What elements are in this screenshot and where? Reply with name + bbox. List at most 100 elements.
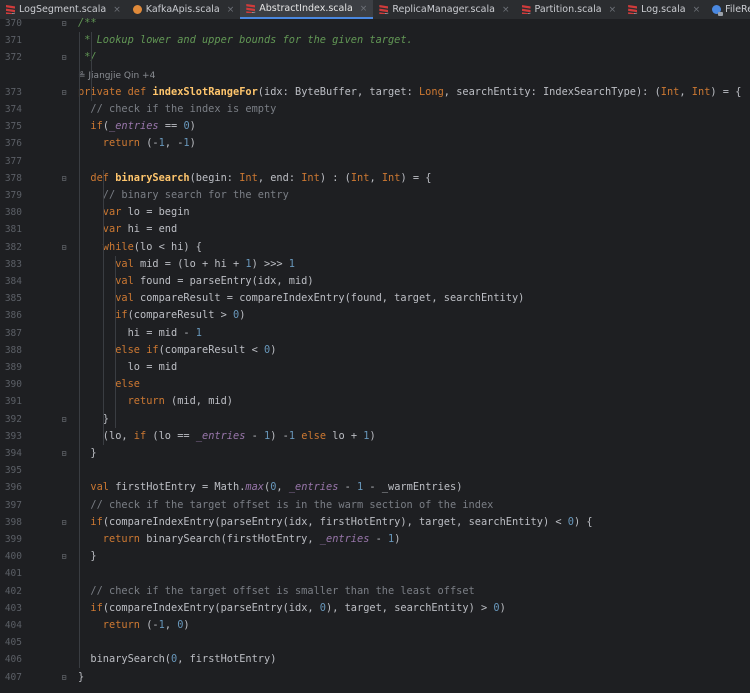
code-token: ) xyxy=(189,120,196,132)
code-token: _entries xyxy=(109,120,159,132)
close-icon[interactable]: × xyxy=(609,5,617,15)
code-token: private def xyxy=(78,86,153,98)
code-token: } xyxy=(78,447,97,459)
tab-label: LogSegment.scala xyxy=(19,4,107,15)
code-token: hi = mid - xyxy=(78,327,196,339)
code-token: firstHotEntry = Math. xyxy=(115,481,246,493)
scala-class-icon xyxy=(628,5,638,14)
scala-class-icon xyxy=(521,5,531,14)
tab-abstractindex-scala[interactable]: AbstractIndex.scala × xyxy=(240,0,374,19)
close-icon[interactable]: × xyxy=(502,5,510,15)
close-icon[interactable]: × xyxy=(227,5,235,15)
code-token: Int xyxy=(350,172,370,184)
code-token: found = parseEntry(idx, mid) xyxy=(140,275,314,287)
code-token: , searchEntity: IndexSearchType): ( xyxy=(443,86,661,98)
code-token: // check if the target offset is in the … xyxy=(78,499,494,511)
author-hint[interactable]: ≗ Jiangjie Qin +4 xyxy=(78,67,155,84)
code-token: - xyxy=(338,481,358,493)
code-token: (lo == xyxy=(152,430,196,442)
line-number: 390 xyxy=(4,379,22,390)
code-token: ) xyxy=(270,344,277,356)
code-line: return binarySearch(firstHotEntry, _entr… xyxy=(78,531,401,548)
tab-label: ReplicaManager.scala xyxy=(392,4,495,15)
code-token: , xyxy=(276,481,289,493)
code-token: Int xyxy=(381,172,401,184)
code-token: compareResult = compareIndexEntry(found,… xyxy=(140,292,525,304)
code-token: Long xyxy=(418,86,444,98)
code-line: return (-1, -1) xyxy=(78,135,196,152)
code-token: , xyxy=(164,619,178,631)
code-line: binarySearch(0, firstHotEntry) xyxy=(78,651,276,668)
close-icon[interactable]: × xyxy=(360,4,368,14)
lock-icon xyxy=(718,12,724,16)
line-number: 394 xyxy=(4,448,22,459)
line-number: 379 xyxy=(4,190,22,201)
code-token: (begin: xyxy=(189,172,240,184)
code-token: while xyxy=(78,241,134,253)
line-number: 385 xyxy=(4,293,22,304)
code-line: */ xyxy=(78,49,96,66)
indent-guide xyxy=(91,32,92,101)
code-token: Int xyxy=(239,172,258,184)
line-number: 384 xyxy=(4,276,22,287)
code-line: val found = parseEntry(idx, mid) xyxy=(78,273,314,290)
code-token: hi = end xyxy=(127,223,178,235)
code-line: else if(compareResult < 0) xyxy=(78,342,276,359)
line-number: 376 xyxy=(4,138,22,149)
code-line: if(compareIndexEntry(parseEntry(idx, 0),… xyxy=(78,600,506,617)
editor-tab-bar: LogSegment.scala × KafkaApis.scala × Abstrac… xyxy=(0,0,750,20)
code-token: _entries xyxy=(288,481,339,493)
tab-label: AbstractIndex.scala xyxy=(259,3,353,14)
code-token: def xyxy=(78,172,116,184)
code-token: /** xyxy=(78,17,97,29)
code-token: return xyxy=(78,395,171,407)
code-token: Int xyxy=(301,172,320,184)
line-number: 374 xyxy=(4,104,22,115)
code-token: ) = { xyxy=(710,86,742,98)
code-line: while(lo < hi) { xyxy=(78,239,202,256)
line-number: 372 xyxy=(4,52,22,63)
code-token: // binary search for the entry xyxy=(78,189,289,201)
code-line: } xyxy=(78,445,97,462)
lock-icon xyxy=(634,12,638,14)
tab-label: Log.scala xyxy=(641,4,686,15)
line-number: 383 xyxy=(4,259,22,270)
code-editor[interactable]: 370 ⊟ 371 372 ⊟ 373 ⊟ 374 375 376 377 378 ⊟ 379 380 381… xyxy=(0,17,750,693)
code-token: ) xyxy=(499,602,506,614)
code-line: // binary search for the entry xyxy=(78,187,289,204)
code-token: else if xyxy=(78,344,159,356)
code-token: binarySearch(firstHotEntry, xyxy=(146,533,320,545)
code-line: var lo = begin xyxy=(78,204,190,221)
scala-class-icon xyxy=(6,5,15,14)
code-line: val firstHotEntry = Math.max(0, _entries… xyxy=(78,479,462,496)
code-token: val xyxy=(78,258,140,270)
code-token: (- xyxy=(146,619,159,631)
tab-filerecords-java[interactable]: FileRecords.java× xyxy=(706,0,750,19)
line-number: 396 xyxy=(4,482,22,493)
code-token: if xyxy=(78,120,103,132)
line-number: 371 xyxy=(4,35,22,46)
line-number: 401 xyxy=(4,568,22,579)
code-token: (compareResult < xyxy=(158,344,264,356)
tab-kafkaapis-scala[interactable]: KafkaApis.scala × xyxy=(127,0,241,19)
line-number: 397 xyxy=(4,500,22,511)
line-number: 406 xyxy=(4,654,22,665)
tab-log-scala[interactable]: Log.scala × xyxy=(622,0,706,19)
tab-replicamanager-scala[interactable]: ReplicaManager.scala × xyxy=(373,0,515,19)
code-token: lo + xyxy=(332,430,364,442)
code-token: ) { xyxy=(573,516,593,528)
indent-guide xyxy=(79,32,80,668)
code-token: return xyxy=(78,533,147,545)
code-line: // check if the target offset is smaller… xyxy=(78,583,474,600)
code-token: , - xyxy=(164,137,184,149)
code-line: /** xyxy=(78,15,97,32)
tab-partition-scala[interactable]: Partition.scala × xyxy=(516,0,623,19)
code-token: Int xyxy=(691,86,711,98)
java-class-icon xyxy=(712,5,724,16)
line-number: 381 xyxy=(4,224,22,235)
code-token: } xyxy=(78,550,97,562)
close-icon[interactable]: × xyxy=(693,5,701,15)
code-line: * Lookup lower and upper bounds for the … xyxy=(78,32,413,49)
close-icon[interactable]: × xyxy=(113,5,121,15)
code-token: (lo < hi) { xyxy=(133,241,202,253)
